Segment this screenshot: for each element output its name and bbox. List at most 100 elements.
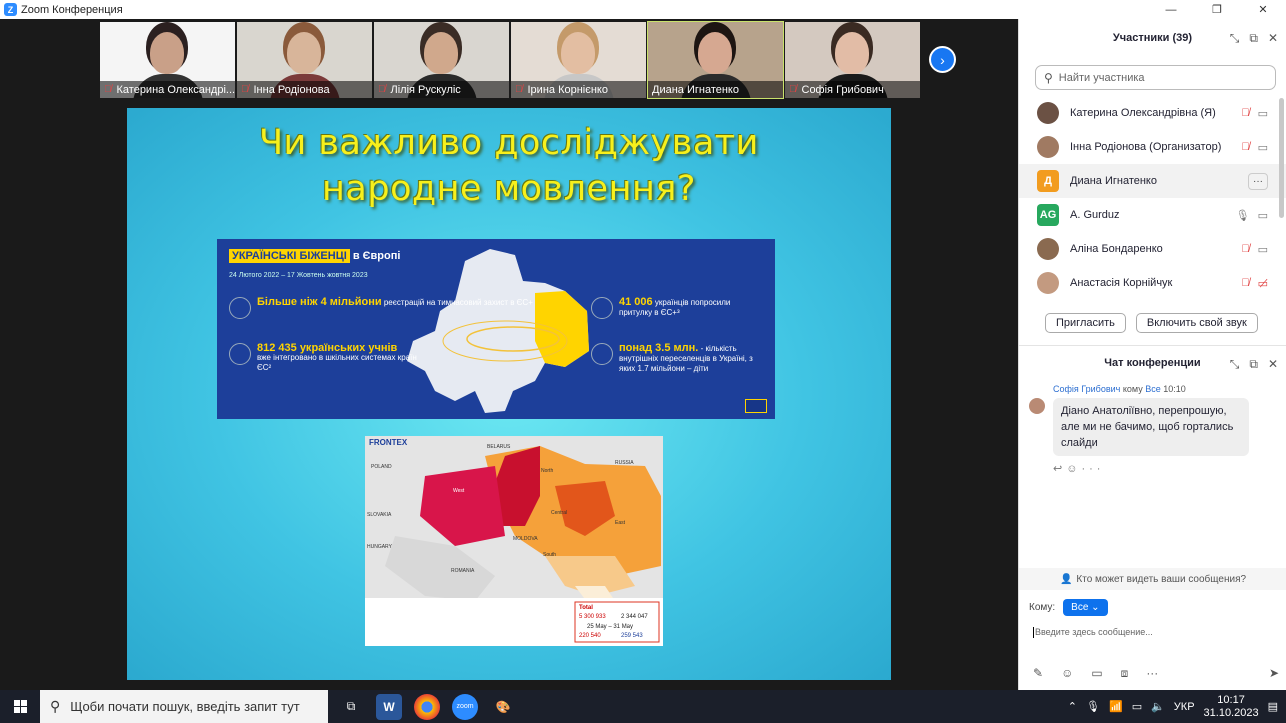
video-tile-name: 🎙̸ Катерина Олександрі... bbox=[100, 81, 235, 98]
video-tile[interactable]: 🎙̸ Лілія Рускуліс bbox=[374, 22, 509, 98]
window-title: Zoom Конференция bbox=[21, 3, 123, 16]
window-controls: — ❐ ✕ bbox=[1148, 0, 1286, 19]
chevron-up-icon[interactable]: ⌃ bbox=[1068, 700, 1077, 713]
popout-icon[interactable]: ⧉ bbox=[1249, 357, 1258, 372]
video-tile-name-text: Катерина Олександрі... bbox=[116, 83, 236, 96]
participant-search[interactable]: ⚲ Найти участника bbox=[1035, 65, 1276, 90]
format-icon[interactable]: ✎ bbox=[1033, 666, 1043, 681]
participant-row[interactable] bbox=[1019, 300, 1286, 305]
participant-row[interactable]: Анастасія Корнійчук 🎙̸ ▭̸ bbox=[1019, 266, 1286, 300]
unmute-self-button[interactable]: Включить свой звук bbox=[1135, 313, 1258, 333]
participant-row[interactable]: Катерина Олександрівна (Я) 🎙̸ ▭ bbox=[1019, 96, 1286, 130]
shared-slide: Чи важливо досліджувати народне мовлення… bbox=[127, 108, 891, 680]
message-actions: ↩☺··· bbox=[1053, 462, 1286, 475]
to-label: Кому: bbox=[1029, 602, 1056, 613]
taskbar-search[interactable]: ⚲ Щоби почати пошук, введіть запит тут bbox=[40, 690, 328, 723]
slide-title-line-2: народне мовлення? bbox=[322, 169, 696, 209]
chat-message: Софія Грибович кому Все 10:10 Діано Анат… bbox=[1019, 380, 1286, 475]
label-hungary: HUNGARY bbox=[367, 544, 393, 550]
recipient-select[interactable]: Все ⌄ bbox=[1063, 599, 1108, 616]
video-tile[interactable]: 🎙̸ Ірина Корнієнко bbox=[511, 22, 646, 98]
taskbar-search-placeholder: Щоби почати пошук, введіть запит тут bbox=[70, 699, 300, 714]
screenshot-icon[interactable]: ⧈ bbox=[1121, 666, 1129, 681]
label-north: North bbox=[541, 468, 553, 474]
participant-row[interactable]: AG A. Gurduz 🎙 ▭ bbox=[1019, 198, 1286, 232]
notifications-icon[interactable]: ▤ bbox=[1268, 700, 1278, 713]
word-icon[interactable]: W bbox=[376, 693, 402, 720]
start-button[interactable] bbox=[0, 700, 40, 713]
participants-list[interactable]: Катерина Олександрівна (Я) 🎙̸ ▭ Інна Родіон… bbox=[1019, 96, 1286, 305]
chrome-icon[interactable] bbox=[414, 693, 440, 720]
network-icon[interactable]: 📶 bbox=[1109, 700, 1123, 713]
volume-icon[interactable]: 🔈 bbox=[1151, 700, 1165, 713]
chat-recipient-row: Кому: Все ⌄ bbox=[1029, 599, 1108, 616]
meeting-view: 🎙̸ Катерина Олександрі... 🎙̸ Інна Родіонова… bbox=[0, 19, 1018, 690]
chat-toolbar: ✎ ☺ ▭ ⧈ ··· ➤ bbox=[1033, 666, 1279, 681]
video-icon: ▭ bbox=[1257, 141, 1268, 154]
participant-status-icons: 🎙̸ ▭ bbox=[1241, 243, 1268, 256]
video-tile-name-text: Ірина Корнієнко bbox=[527, 83, 608, 96]
popout-icon[interactable]: ⧉ bbox=[1249, 31, 1258, 46]
microphone-icon[interactable]: 🎙 bbox=[1086, 700, 1100, 713]
participant-name: A. Gurduz bbox=[1070, 209, 1120, 221]
chat-sender[interactable]: Софія Грибович bbox=[1053, 384, 1120, 394]
video-tile[interactable]: 🎙̸ Інна Родіонова bbox=[237, 22, 372, 98]
next-page-button[interactable]: › bbox=[929, 46, 956, 73]
stat-idp: понад 3.5 млн. - кількість внутрішніх пе… bbox=[591, 343, 766, 374]
avatar-letter: AG bbox=[1039, 209, 1057, 221]
frontex-entering: 5 300 933 bbox=[579, 614, 606, 620]
more-icon[interactable]: ··· bbox=[1146, 666, 1158, 681]
emoji-react-icon[interactable]: ☺ bbox=[1066, 463, 1081, 475]
participant-row[interactable]: Аліна Бондаренко 🎙̸ ▭ bbox=[1019, 232, 1286, 266]
avatar bbox=[1037, 272, 1059, 294]
label-slovakia: SLOVAKIA bbox=[367, 512, 392, 518]
file-icon[interactable]: ▭ bbox=[1091, 666, 1102, 681]
zoom-icon[interactable]: zoom bbox=[452, 693, 478, 720]
close-icon[interactable]: ✕ bbox=[1268, 31, 1278, 46]
more-options-button[interactable]: ··· bbox=[1248, 172, 1268, 190]
side-panel: Участники (39) ⤡ ⧉ ✕ ⚲ Найти участника К… bbox=[1018, 19, 1286, 690]
participant-name: Інна Родіонова (Организатор) bbox=[1070, 141, 1222, 153]
avatar bbox=[1037, 102, 1059, 124]
avatar bbox=[1037, 238, 1059, 260]
chat-bubble: Діано Анатоліївно, перепрошую, але ми не… bbox=[1053, 398, 1249, 456]
participant-face bbox=[150, 32, 184, 74]
chevron-right-icon: › bbox=[940, 51, 945, 68]
person-icon bbox=[591, 343, 613, 365]
invite-button[interactable]: Пригласить bbox=[1045, 313, 1126, 333]
participants-scrollbar[interactable] bbox=[1279, 98, 1284, 218]
more-icon[interactable]: ··· bbox=[1081, 463, 1104, 475]
video-tile-name-text: Інна Родіонова bbox=[253, 83, 330, 96]
title-bar: Z Zoom Конференция — ❐ ✕ bbox=[0, 0, 1286, 19]
task-view-icon[interactable]: ⧉ bbox=[338, 694, 364, 720]
participant-row[interactable]: Д Диана Игнатенко ··· bbox=[1019, 164, 1286, 198]
collapse-icon[interactable]: ⤡ bbox=[1230, 31, 1240, 46]
paint-icon[interactable]: 🎨 bbox=[490, 694, 516, 720]
video-tile[interactable]: Диана Игнатенко bbox=[647, 21, 784, 99]
label-west: West bbox=[453, 488, 465, 494]
participant-face bbox=[287, 32, 321, 74]
video-tile[interactable]: 🎙̸ Софія Грибович bbox=[785, 22, 920, 98]
chat-input[interactable]: Введите здесь сообщение... bbox=[1033, 627, 1153, 639]
battery-icon[interactable]: ▭ bbox=[1132, 700, 1142, 713]
send-icon[interactable]: ➤ bbox=[1269, 666, 1279, 680]
mic-muted-icon: 🎙̸ bbox=[104, 84, 112, 95]
clock[interactable]: 10:17 31.10.2023 bbox=[1204, 694, 1259, 720]
emoji-icon[interactable]: ☺ bbox=[1061, 666, 1073, 681]
windows-taskbar: ⚲ Щоби почати пошук, введіть запит тут ⧉… bbox=[0, 690, 1286, 723]
europe-map bbox=[407, 249, 589, 413]
language-indicator[interactable]: УКР bbox=[1174, 701, 1195, 713]
reply-icon[interactable]: ↩ bbox=[1053, 463, 1066, 475]
video-tile[interactable]: 🎙̸ Катерина Олександрі... bbox=[100, 22, 235, 98]
video-tile-name-text: Диана Игнатенко bbox=[652, 83, 739, 96]
maximize-button[interactable]: ❐ bbox=[1194, 0, 1240, 19]
participant-face bbox=[424, 32, 458, 74]
participant-row[interactable]: Інна Родіонова (Организатор) 🎙̸ ▭ bbox=[1019, 130, 1286, 164]
close-icon[interactable]: ✕ bbox=[1268, 357, 1278, 372]
close-window-button[interactable]: ✕ bbox=[1240, 0, 1286, 19]
minimize-button[interactable]: — bbox=[1148, 0, 1194, 19]
who-can-see-link[interactable]: 👤 Кто может видеть ваши сообщения? bbox=[1019, 568, 1286, 590]
collapse-icon[interactable]: ⤡ bbox=[1230, 357, 1240, 372]
participant-name: Аліна Бондаренко bbox=[1070, 243, 1163, 255]
video-off-icon: ▭̸ bbox=[1257, 277, 1268, 290]
